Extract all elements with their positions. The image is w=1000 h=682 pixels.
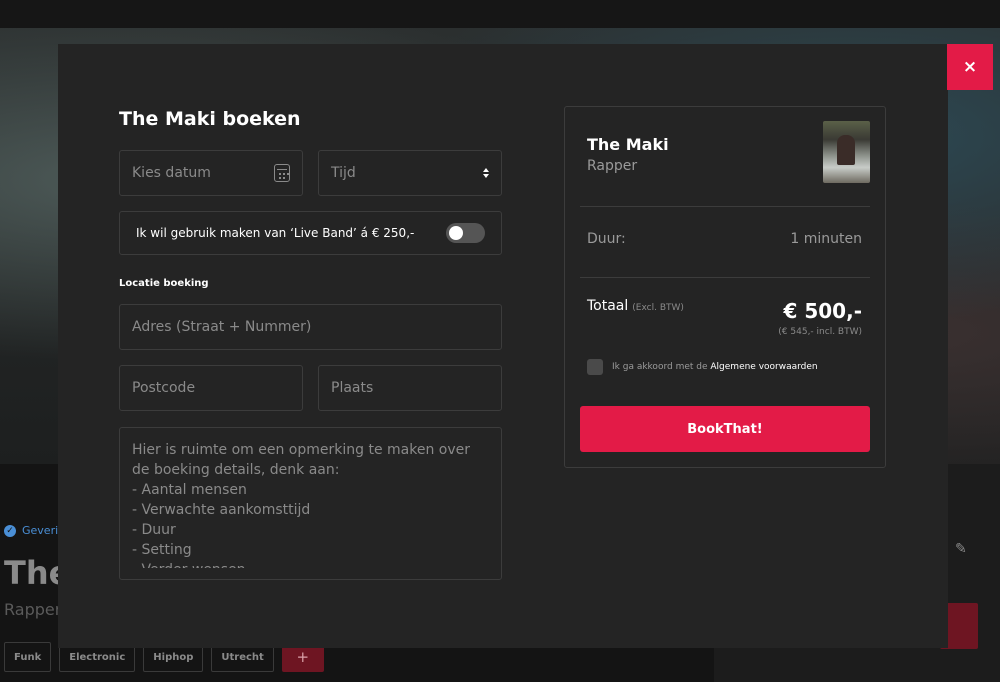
- terms-agreement: Ik ga akkoord met de Algemene voorwaarde…: [587, 359, 818, 375]
- postcode-field[interactable]: [119, 365, 303, 411]
- divider: [580, 206, 870, 207]
- divider: [580, 277, 870, 278]
- notes-textarea[interactable]: [132, 440, 489, 568]
- duration-value: 1 minuten: [790, 231, 862, 247]
- total-incl-price: (€ 545,- incl. BTW): [778, 327, 862, 337]
- terms-link[interactable]: Algemene voorwaarden: [710, 362, 817, 372]
- time-select-value: Tijd: [331, 165, 356, 181]
- postcode-input[interactable]: [132, 380, 290, 396]
- total-label: Totaal: [587, 298, 629, 314]
- background-verified-label: Geverif: [22, 524, 63, 537]
- summary-artist-name: The Maki: [587, 135, 669, 154]
- address-input[interactable]: [132, 319, 489, 335]
- book-button[interactable]: BookThat!: [580, 406, 870, 452]
- select-arrows-icon: [483, 168, 489, 178]
- address-field[interactable]: [119, 304, 502, 350]
- toggle-knob: [449, 226, 463, 240]
- terms-prefix: Ik ga akkoord met de: [612, 362, 708, 372]
- duration-label: Duur:: [587, 231, 626, 247]
- background-artist-role: Rapper: [4, 600, 62, 619]
- city-input[interactable]: [331, 380, 489, 396]
- terms-text: Ik ga akkoord met de Algemene voorwaarde…: [612, 362, 818, 372]
- background-tag[interactable]: Funk: [4, 642, 52, 672]
- background-top-bar: [0, 0, 1000, 28]
- time-select[interactable]: Tijd: [318, 150, 502, 196]
- live-band-toggle[interactable]: [446, 223, 485, 243]
- close-icon: ×: [962, 57, 978, 77]
- booking-form-title: The Maki boeken: [119, 108, 301, 130]
- live-band-label: Ik wil gebruik maken van ‘Live Band’ á €…: [136, 226, 415, 240]
- total-excl-note: (Excl. BTW): [632, 303, 684, 313]
- artist-thumbnail: [823, 121, 870, 183]
- date-input[interactable]: [132, 165, 274, 181]
- city-field[interactable]: [318, 365, 502, 411]
- total-price: € 500,-: [783, 299, 862, 323]
- total-label-row: Totaal (Excl. BTW): [587, 298, 684, 314]
- summary-artist-role: Rapper: [587, 158, 638, 174]
- pencil-icon[interactable]: ✎: [955, 541, 967, 557]
- terms-checkbox[interactable]: [587, 359, 603, 375]
- notes-field[interactable]: [119, 427, 502, 580]
- verified-check-icon: ✓: [4, 524, 16, 537]
- live-band-option: Ik wil gebruik maken van ‘Live Band’ á €…: [119, 211, 502, 255]
- close-button[interactable]: ×: [947, 44, 993, 90]
- calendar-icon[interactable]: [273, 164, 290, 182]
- background-verified-badge: ✓ Geverif: [4, 524, 62, 537]
- date-picker[interactable]: [119, 150, 303, 196]
- location-section-label: Locatie boeking: [119, 278, 209, 289]
